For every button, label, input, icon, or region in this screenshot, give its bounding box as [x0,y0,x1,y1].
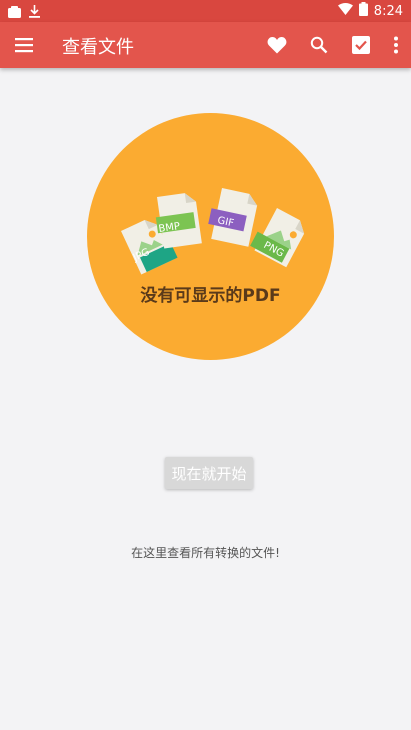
clock: 8:24 [373,3,403,19]
start-now-button[interactable]: 现在就开始 [165,457,253,489]
download-icon [29,3,40,22]
page-title: 查看文件 [62,37,134,58]
battery-icon [358,2,368,20]
hint-text: 在这里查看所有转换的文件! [131,546,280,560]
wifi-icon [337,3,353,19]
empty-state-message: 没有可显示的PDF [140,286,281,306]
search-icon[interactable] [307,33,331,57]
gif-file-icon [208,188,258,247]
favorite-heart-icon[interactable] [265,33,289,57]
select-checkbox-icon[interactable] [349,33,373,57]
notification-icon [8,3,21,22]
status-bar: 8:24 [0,0,411,22]
app-toolbar: 查看文件 [0,22,411,68]
empty-state-illustration: JPG BMP GIF PNG 没有可显示的PDF [87,113,334,360]
menu-icon[interactable] [14,35,34,55]
more-options-icon[interactable] [391,33,401,57]
